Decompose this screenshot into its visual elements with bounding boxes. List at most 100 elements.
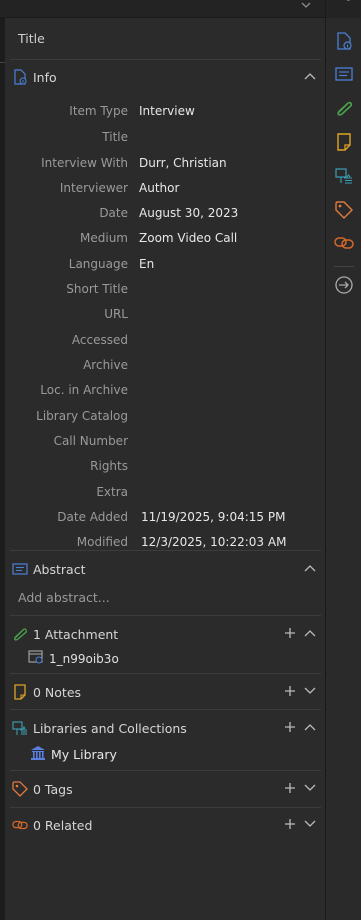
divider bbox=[10, 770, 321, 771]
divider bbox=[10, 807, 321, 808]
info-section-header[interactable]: Info bbox=[12, 67, 317, 87]
field-row: Title bbox=[5, 130, 325, 148]
field-value[interactable]: 12/3/2025, 10:22:03 AM bbox=[141, 535, 286, 549]
info-section-label: Info bbox=[33, 69, 57, 85]
libraries-section-label: Libraries and Collections bbox=[33, 720, 187, 736]
web-snapshot-icon bbox=[28, 650, 44, 667]
nav-notes-icon[interactable] bbox=[333, 131, 355, 153]
field-label: Modified bbox=[76, 535, 128, 549]
nav-locate-icon[interactable] bbox=[333, 274, 355, 296]
field-value[interactable]: En bbox=[139, 257, 154, 271]
chevron-down-icon[interactable] bbox=[300, 0, 312, 14]
abstract-section-label: Abstract bbox=[33, 561, 86, 577]
related-section-label: 0 Related bbox=[33, 817, 93, 833]
field-row: Item Type Interview bbox=[5, 104, 325, 122]
field-label: Language bbox=[68, 257, 128, 271]
attachments-section-label: 1 Attachment bbox=[33, 626, 119, 642]
abstract-input[interactable]: Add abstract... bbox=[18, 590, 110, 605]
sidenav-top bbox=[326, 0, 361, 18]
divider bbox=[334, 266, 354, 267]
tags-section-label: 0 Tags bbox=[33, 781, 73, 797]
top-strip bbox=[0, 0, 326, 18]
field-label: Item Type bbox=[69, 104, 128, 118]
chevron-up-icon[interactable] bbox=[303, 626, 317, 640]
field-label: Extra bbox=[96, 485, 128, 499]
field-label: Date bbox=[99, 206, 128, 220]
related-section-header[interactable]: 0 Related bbox=[12, 815, 317, 835]
field-value[interactable]: Durr, Christian bbox=[139, 156, 227, 170]
info-doc-icon bbox=[12, 69, 28, 85]
side-nav bbox=[325, 0, 361, 920]
field-value[interactable]: 11/19/2025, 9:04:15 PM bbox=[141, 510, 285, 524]
library-name: My Library bbox=[51, 747, 117, 762]
tags-section-header[interactable]: 0 Tags bbox=[12, 779, 317, 799]
field-label: Loc. in Archive bbox=[40, 383, 128, 397]
field-row: Library Catalog bbox=[5, 409, 325, 427]
nav-related-icon[interactable] bbox=[333, 232, 355, 254]
field-label: Rights bbox=[90, 459, 128, 473]
divider bbox=[10, 709, 321, 710]
add-to-collection-button[interactable] bbox=[283, 720, 297, 734]
field-label: Interviewer bbox=[59, 181, 128, 195]
field-label: Title bbox=[102, 130, 128, 144]
add-attachment-button[interactable] bbox=[283, 626, 297, 640]
paperclip-icon bbox=[12, 626, 28, 642]
field-label: Library Catalog bbox=[36, 409, 128, 423]
tag-icon bbox=[12, 781, 28, 797]
attachment-item[interactable]: 1_n99oib3o bbox=[28, 650, 119, 667]
chevron-down-icon[interactable] bbox=[303, 817, 317, 831]
field-label: Call Number bbox=[53, 434, 128, 448]
field-label: URL bbox=[104, 307, 128, 321]
add-tag-button[interactable] bbox=[283, 781, 297, 795]
chevron-up-icon[interactable] bbox=[303, 720, 317, 734]
field-row: Call Number bbox=[5, 434, 325, 452]
field-row: Loc. in Archive bbox=[5, 383, 325, 401]
chevron-up-icon[interactable] bbox=[303, 561, 317, 575]
sync-icon[interactable] bbox=[336, 0, 352, 12]
field-row: Short Title bbox=[5, 282, 325, 300]
abstract-section-header[interactable]: Abstract bbox=[12, 559, 317, 579]
note-icon bbox=[12, 684, 28, 700]
field-row: Date August 30, 2023 bbox=[5, 206, 325, 224]
nav-tags-icon[interactable] bbox=[333, 199, 355, 221]
field-row: Language En bbox=[5, 257, 325, 275]
field-value[interactable]: Author bbox=[139, 181, 179, 195]
chevron-down-icon[interactable] bbox=[303, 781, 317, 795]
attachments-section-header[interactable]: 1 Attachment bbox=[12, 624, 317, 644]
field-row: URL bbox=[5, 307, 325, 325]
field-row: Date Added 11/19/2025, 9:04:15 PM bbox=[5, 510, 325, 528]
add-note-button[interactable] bbox=[283, 684, 297, 698]
nav-attachments-icon[interactable] bbox=[333, 97, 355, 119]
field-row: Medium Zoom Video Call bbox=[5, 231, 325, 249]
divider bbox=[10, 673, 321, 674]
field-row: Accessed bbox=[5, 333, 325, 351]
field-row: Interview With Durr, Christian bbox=[5, 156, 325, 174]
field-row: Rights bbox=[5, 459, 325, 477]
nav-abstract-icon[interactable] bbox=[333, 63, 355, 85]
field-label: Interview With bbox=[41, 156, 128, 170]
attachment-title: 1_n99oib3o bbox=[49, 651, 119, 666]
field-row: Archive bbox=[5, 358, 325, 376]
add-related-button[interactable] bbox=[283, 817, 297, 831]
field-row: Interviewer Author bbox=[5, 181, 325, 199]
pane-title[interactable]: Title bbox=[18, 31, 45, 46]
field-label: Archive bbox=[83, 358, 128, 372]
chevron-down-icon[interactable] bbox=[303, 684, 317, 698]
field-label: Date Added bbox=[57, 510, 128, 524]
nav-libraries-icon[interactable] bbox=[333, 165, 355, 187]
field-value[interactable]: Zoom Video Call bbox=[139, 231, 237, 245]
field-value[interactable]: August 30, 2023 bbox=[139, 206, 238, 220]
divider bbox=[10, 550, 321, 551]
library-item[interactable]: My Library bbox=[30, 745, 117, 764]
libraries-section-header[interactable]: Libraries and Collections bbox=[12, 718, 317, 738]
abstract-icon bbox=[12, 561, 28, 577]
field-value[interactable]: Interview bbox=[139, 104, 195, 118]
field-label: Accessed bbox=[71, 333, 128, 347]
item-pane: Title Info Item Type Interview Title Interv… bbox=[5, 18, 325, 920]
divider bbox=[10, 615, 321, 616]
field-label: Medium bbox=[80, 231, 128, 245]
chevron-up-icon[interactable] bbox=[303, 69, 317, 83]
libraries-collections-icon bbox=[12, 720, 28, 736]
nav-info-icon[interactable] bbox=[333, 30, 355, 52]
notes-section-header[interactable]: 0 Notes bbox=[12, 682, 317, 702]
